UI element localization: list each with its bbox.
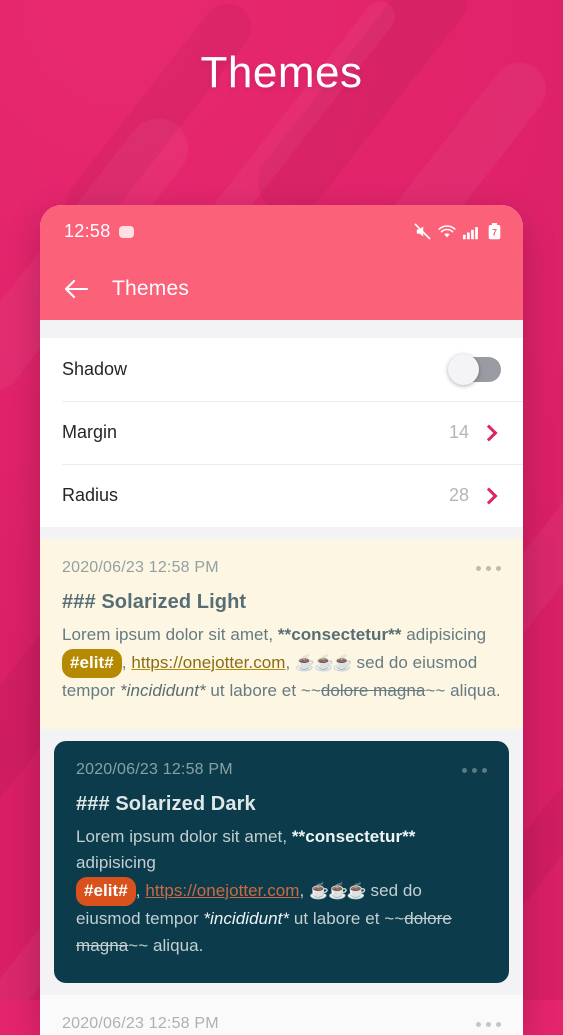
theme-card-heading: ### Solarized Light — [62, 591, 247, 613]
body-text: Lorem ipsum dolor sit amet, — [76, 826, 292, 846]
theme-card-body: Lorem ipsum dolor sit amet, **consectetu… — [62, 622, 501, 705]
theme-card-ayu-light[interactable]: 2020/06/23 12:58 PM ### Ayu Light — [40, 995, 523, 1035]
body-text: aliqua. — [445, 681, 501, 701]
status-bar-left: 12:58 — [64, 221, 134, 242]
theme-card-solarized-dark[interactable]: 2020/06/23 12:58 PM ### Solarized Dark L… — [54, 740, 509, 984]
theme-card-meta: 2020/06/23 12:58 PM — [76, 761, 487, 779]
svg-text:7: 7 — [492, 227, 497, 237]
body-text: ~~ — [425, 681, 446, 701]
body-text: ut labore et — [205, 681, 301, 701]
theme-card-date: 2020/06/23 12:58 PM — [62, 1015, 219, 1033]
body-text: aliqua. — [148, 935, 204, 955]
body-text: ~~ — [128, 935, 149, 955]
settings-row-margin[interactable]: Margin 14 — [40, 401, 523, 464]
chevron-right-icon[interactable] — [480, 487, 498, 504]
body-tag[interactable]: #elit# — [62, 648, 122, 679]
theme-card-meta: 2020/06/23 12:58 PM — [62, 559, 501, 577]
theme-card-solarized-light[interactable]: 2020/06/23 12:58 PM ### Solarized Light … — [40, 539, 523, 729]
body-italic: *incididunt* — [119, 681, 206, 701]
settings-row-label: Radius — [62, 485, 119, 505]
body-text: Lorem ipsum dolor sit amet, — [62, 625, 278, 644]
more-options-icon[interactable] — [476, 559, 501, 571]
theme-card-date: 2020/06/23 12:58 PM — [62, 559, 219, 576]
more-options-icon[interactable] — [462, 761, 487, 773]
body-text: adipisicing — [76, 853, 156, 873]
settings-row-label: Shadow — [62, 359, 128, 379]
toggle-knob — [448, 354, 479, 385]
body-text: ~~ — [300, 681, 321, 701]
body-text: ut labore et — [289, 909, 385, 929]
body-link[interactable]: https://onejotter.com — [131, 653, 285, 672]
theme-card-wrapper-solarized-dark: 2020/06/23 12:58 PM ### Solarized Dark L… — [40, 728, 523, 996]
page-title: Themes — [200, 48, 363, 97]
body-text: , — [121, 652, 132, 672]
theme-card-body: Lorem ipsum dolor sit amet, **consectetu… — [76, 824, 487, 960]
body-text: adipisicing — [401, 625, 487, 644]
battery-icon: 7 — [488, 222, 501, 239]
app-bar-title: Themes — [112, 276, 190, 300]
body-text: ~~ — [384, 909, 405, 929]
dnd-badge-icon — [118, 226, 134, 238]
settings-list: Shadow Margin 14 Radius 28 — [40, 338, 523, 527]
top-spacer — [40, 320, 523, 338]
body-text: , — [135, 880, 146, 900]
body-text: , — [285, 652, 296, 672]
chevron-right-icon[interactable] — [480, 424, 498, 441]
settings-row-radius[interactable]: Radius 28 — [40, 464, 523, 527]
coffee-emoji: ☕☕☕ — [295, 654, 353, 672]
settings-row-value: 14 — [448, 422, 469, 442]
body-link[interactable]: https://onejotter.com — [145, 881, 299, 900]
body-text: , — [299, 880, 310, 900]
list-spacer — [40, 527, 523, 539]
shadow-toggle[interactable] — [448, 354, 501, 385]
theme-card-heading: ### Solarized Dark — [76, 792, 256, 815]
app-bar: Themes — [40, 257, 523, 320]
wifi-icon — [438, 224, 456, 237]
phone-mockup: 12:58 7 Themes Shadow Margin 14 Radius 2… — [40, 205, 523, 1035]
status-bar-right: 7 — [414, 222, 501, 240]
body-tag[interactable]: #elit# — [76, 876, 136, 907]
status-bar: 12:58 7 — [40, 205, 523, 257]
body-strike: dolore magna — [320, 681, 426, 701]
settings-row-label: Margin — [62, 422, 118, 442]
body-bold: **consectetur** — [291, 826, 416, 846]
more-options-icon[interactable] — [476, 1015, 501, 1028]
theme-card-meta: 2020/06/23 12:58 PM — [62, 1015, 501, 1033]
back-arrow-icon[interactable] — [64, 279, 88, 299]
coffee-emoji: ☕☕☕ — [309, 882, 367, 900]
status-bar-clock: 12:58 — [64, 220, 111, 241]
settings-row-value: 28 — [448, 485, 469, 505]
mute-icon — [414, 223, 431, 239]
theme-card-date: 2020/06/23 12:58 PM — [76, 760, 233, 778]
cellular-signal-icon — [463, 226, 478, 239]
body-italic: *incididunt* — [203, 909, 290, 929]
settings-row-shadow[interactable]: Shadow — [40, 338, 523, 401]
body-bold: **consectetur** — [277, 625, 402, 644]
